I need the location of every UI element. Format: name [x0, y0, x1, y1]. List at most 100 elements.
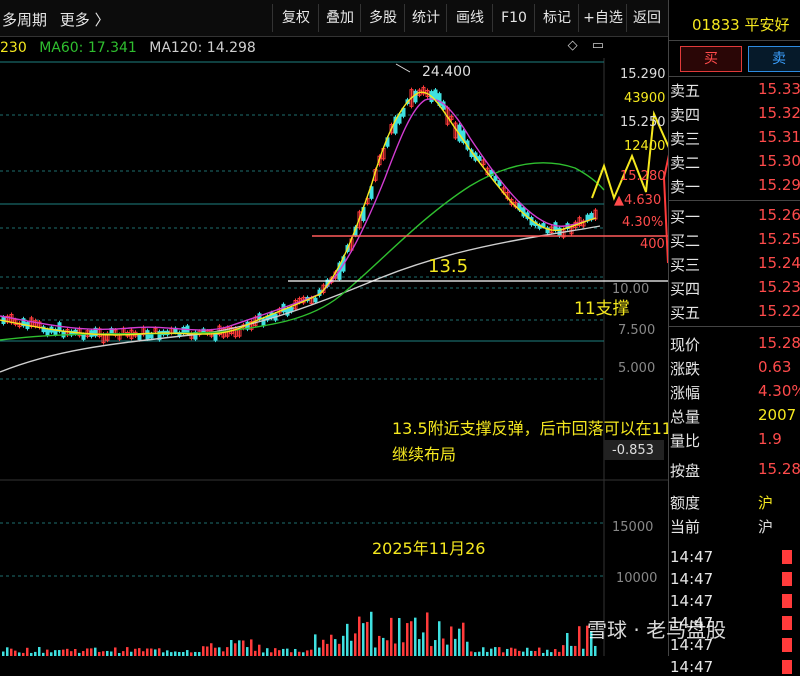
volume-bar: [274, 648, 277, 656]
ma-legend: 230 MA60: 17.341 MA120: 14.298: [0, 38, 256, 58]
volume-bar: [474, 652, 477, 656]
change-label: ▲4.630: [614, 193, 661, 208]
quote-7-label: 当前: [670, 518, 701, 536]
stock-title[interactable]: 01833 平安好: [692, 14, 790, 35]
volume-bar: [390, 617, 393, 656]
volume-bar: [54, 650, 57, 656]
quote-2-label: 涨幅: [670, 384, 701, 402]
back-button[interactable]: 返回: [626, 4, 667, 32]
volume-bar: [350, 640, 353, 656]
volume-bar: [478, 651, 481, 656]
support-11-label: 11支撑: [574, 299, 630, 319]
diamond-icon[interactable]: ◇: [568, 38, 578, 53]
period-label[interactable]: 多周期: [2, 11, 47, 29]
volume-bar: [294, 648, 297, 656]
volume-bars: [2, 611, 597, 656]
multi-stock-button[interactable]: 多股: [360, 4, 405, 32]
volume-bar: [522, 651, 525, 656]
volume-bar: [494, 647, 497, 656]
volume-bar: [534, 651, 537, 656]
volume-bar: [370, 611, 373, 656]
bid-level-3-value: 15.24: [758, 254, 800, 272]
add-watchlist-button[interactable]: +自选: [578, 4, 627, 32]
volume-bar: [406, 623, 409, 656]
volume-bar: [530, 650, 533, 656]
volume-bar: [490, 648, 493, 656]
quote-4-value: 1.9: [758, 430, 782, 448]
volume-bar: [594, 645, 597, 656]
chart-tools[interactable]: ◇ ▭: [568, 38, 604, 53]
volume-bar: [378, 635, 381, 656]
tick-marker: [782, 616, 792, 630]
volume-bar: [442, 638, 445, 656]
tick-marker: [782, 572, 792, 586]
candle-body: [493, 175, 498, 181]
volume-bar: [234, 643, 237, 656]
volume-bar: [114, 647, 117, 656]
fuquan-button[interactable]: 复权: [272, 4, 319, 32]
volume-bar: [362, 623, 365, 656]
volume-bar: [278, 650, 281, 656]
volume-bar: [158, 648, 161, 656]
volume-bar: [338, 643, 341, 656]
price-grid: [0, 114, 604, 380]
sell-button[interactable]: 卖: [748, 46, 800, 72]
price-label-7-5: 7.500: [618, 323, 655, 338]
volume-bar: [98, 651, 101, 656]
volume-bar: [470, 651, 473, 656]
draw-line-button[interactable]: 画线: [446, 4, 493, 32]
ma120-value: MA120: 14.298: [149, 40, 256, 56]
period-selector[interactable]: 多周期 更多 〉: [2, 9, 110, 30]
volume-bar: [434, 640, 437, 656]
candle-body: [413, 90, 418, 103]
volume-bar: [450, 626, 453, 656]
ask-level-2-label: 卖二: [670, 154, 701, 172]
volume-bar: [510, 647, 513, 656]
volume-bar: [418, 639, 421, 656]
volume-bar: [290, 652, 293, 656]
volume-bar: [110, 651, 113, 656]
volume-bar: [146, 648, 149, 656]
volume-bar: [34, 651, 37, 656]
volume-bar: [46, 649, 49, 656]
ma-magenta-line: [0, 98, 597, 331]
quote-3-value: 2007: [758, 406, 797, 424]
candle-body: [313, 297, 318, 303]
orderbook-divider: [668, 200, 800, 201]
volume-bar: [190, 652, 193, 656]
volume-bar: [50, 652, 53, 656]
buy-button[interactable]: 买: [680, 46, 742, 72]
volume-bar: [482, 647, 485, 656]
volume-bar: [514, 648, 517, 656]
volume-bar: [570, 645, 573, 656]
volume-bar: [246, 647, 249, 656]
kline-chart[interactable]: 24.400 15.290 43900 15.250 12400 15.280 …: [0, 58, 668, 656]
candle-body: [213, 333, 218, 341]
volume-bar: [270, 652, 273, 656]
window-icon[interactable]: ▭: [592, 38, 604, 53]
tick-marker: [782, 660, 792, 674]
more-menu[interactable]: 更多 〉: [60, 11, 110, 29]
volume-bar: [66, 648, 69, 656]
volume-bar: [422, 632, 425, 656]
volume-bar: [354, 633, 357, 656]
volume-bar: [410, 621, 413, 656]
volume-bar: [14, 650, 17, 656]
volume-bar: [306, 650, 309, 656]
volume-bar: [466, 641, 469, 656]
ask-level-4-label: 卖四: [670, 106, 701, 124]
volume-bar: [342, 635, 345, 656]
f10-button[interactable]: F10: [492, 4, 535, 32]
mark-button[interactable]: 标记: [534, 4, 579, 32]
volume-bar: [38, 647, 41, 656]
support-13-5-label: 13.5: [428, 256, 468, 277]
statistics-button[interactable]: 统计: [404, 4, 447, 32]
volume-bar: [334, 639, 337, 656]
volume-bar: [322, 639, 325, 656]
volume-bar: [262, 652, 265, 656]
volume-bar: [498, 647, 501, 656]
volume-bar: [206, 646, 209, 656]
overlay-button[interactable]: 叠加: [318, 4, 361, 32]
volume-bar: [578, 626, 581, 656]
price-label-10: 10.00: [612, 282, 649, 297]
